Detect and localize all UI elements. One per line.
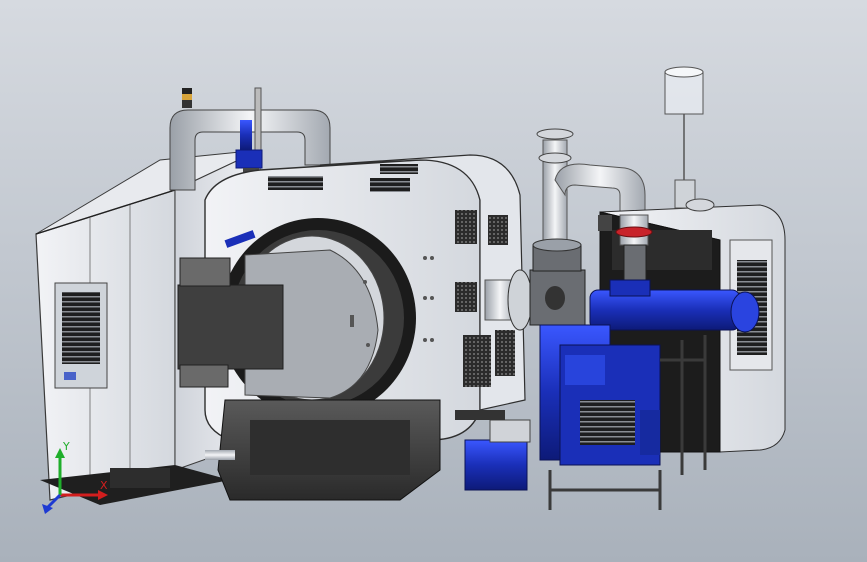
glass-cold-trap (664, 66, 715, 212)
x-axis-label: X (100, 479, 108, 492)
z-axis-arrow (46, 493, 62, 509)
rotary-vane-pump (539, 324, 661, 466)
y-axis-label: Y (62, 440, 70, 453)
cad-viewport[interactable]: X Y (0, 0, 867, 562)
machine-assembly-model (35, 66, 786, 510)
signal-light (182, 88, 192, 108)
coordinate-triad: X Y (42, 440, 108, 514)
